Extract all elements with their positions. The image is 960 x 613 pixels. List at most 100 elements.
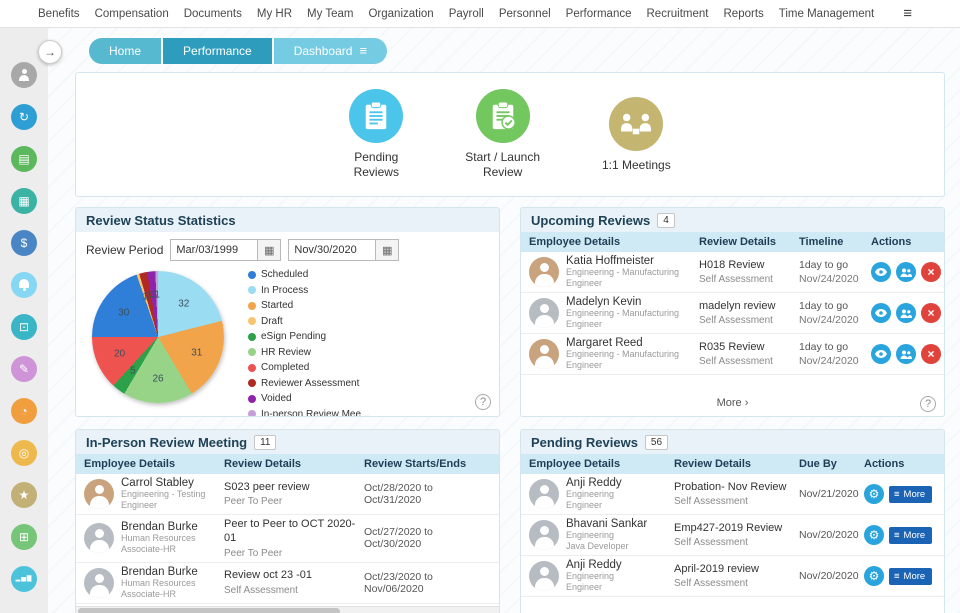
legend-dot [248,410,256,416]
cancel-button[interactable]: × [921,344,941,364]
reassign-button[interactable] [896,262,916,282]
employee-name: Bhavani Sankar [566,518,648,531]
employee-role: Engineer [566,360,603,370]
col-employee-details: Employee Details [529,236,621,248]
nav-organization[interactable]: Organization [368,8,433,20]
table-row[interactable]: Anji Reddy Engineering Engineer Probatio… [521,474,944,515]
checklist-icon [475,89,530,143]
nav-personnel[interactable]: Personnel [499,8,551,20]
legend-item: In-person Review Mee... [248,409,369,416]
due-by-cell: Nov/20/2020 [799,570,859,582]
pie-slice-label: 1 [154,289,160,301]
actions-cell: ⚙ ≡ More [864,484,936,504]
one-on-one-meetings-action[interactable]: 1:1 Meetings [602,96,671,173]
pie-slice-label: 5 [130,365,136,377]
table-row[interactable]: Katia Hoffmeister Engineering - Manufact… [521,252,944,293]
help-button[interactable]: ? [475,394,491,410]
more-link[interactable]: More › [717,397,749,409]
breadcrumb-home[interactable]: Home [89,38,162,64]
nav-recruitment[interactable]: Recruitment [647,8,709,20]
col-employee-details: Employee Details [84,458,176,470]
period-from-input[interactable] [170,239,259,261]
breadcrumb-performance[interactable]: Performance [163,38,272,64]
period-to-input[interactable] [288,239,377,261]
help-button[interactable]: ? [920,396,936,412]
employee-role: Engineer [566,319,603,329]
nav-benefits[interactable]: Benefits [38,8,80,20]
top-navigation: Benefits Compensation Documents My HR My… [0,0,960,28]
table-row[interactable]: Carrol Stabley Engineering - Testing Eng… [76,474,499,515]
settings-button[interactable]: ⚙ [864,484,884,504]
table-row[interactable]: Anji Reddy Engineering Engineer April-20… [521,556,944,597]
avatar [529,339,559,369]
reassign-button[interactable] [896,344,916,364]
employee-role: Engineer [121,500,158,510]
more-button[interactable]: ≡ More [889,567,933,585]
table-row[interactable]: Madelyn Kevin Engineering - Manufacturin… [521,293,944,334]
hamburger-menu-icon[interactable]: ≡ [903,5,960,22]
more-button[interactable]: ≡ More [889,526,933,544]
reports-icon[interactable]: ▂▅▇ [11,566,37,592]
settings-button[interactable]: ⚙ [864,566,884,586]
calendar-to-button[interactable]: ▦ [375,239,400,261]
tasks-icon[interactable]: ▤ [11,146,37,172]
view-button[interactable] [871,344,891,364]
legend-label: Completed [261,362,310,373]
nav-time-management[interactable]: Time Management [779,8,874,20]
avatar [529,298,559,328]
legend-label: Draft [261,315,283,327]
settings-button[interactable]: ⚙ [864,525,884,545]
review-type: Self Assessment [674,496,748,508]
sidebar-toggle-button[interactable]: → [38,40,62,64]
time-icon[interactable]: ◔ [11,398,37,424]
calendar-from-button[interactable]: ▦ [257,239,282,261]
table-row[interactable]: Brendan Burke Human Resources Associate-… [76,515,499,563]
actions-cell: × [871,303,941,323]
meeting-people-icon [609,96,664,151]
calculator-icon[interactable]: ⊞ [11,524,37,550]
view-button[interactable] [871,262,891,282]
goals-icon[interactable]: ◎ [11,440,37,466]
nav-my-team[interactable]: My Team [307,8,353,20]
cancel-button[interactable]: × [921,303,941,323]
employee-dept: Human Resources [121,577,196,588]
calendar-icon[interactable]: ▦ [11,188,37,214]
actions-cell: ⚙ ≡ More [864,525,936,545]
nav-documents[interactable]: Documents [184,8,242,20]
pending-reviews-action[interactable]: Pending Reviews [349,89,404,180]
pie-slice-label: 31 [191,347,203,359]
legend-item: HR Review [248,347,369,358]
card-title: Upcoming Reviews [531,212,651,228]
notes-icon[interactable]: ✎ [11,356,37,382]
nav-compensation[interactable]: Compensation [95,8,169,20]
notifications-icon[interactable] [11,272,37,298]
col-employee-details: Employee Details [529,458,621,470]
monitor-icon[interactable]: ⊡ [11,314,37,340]
employee-cell: Brendan Burke Human Resources Associate-… [84,566,224,600]
cancel-button[interactable]: × [921,262,941,282]
awards-icon[interactable]: ★ [11,482,37,508]
more-button[interactable]: ≡ More [889,485,933,503]
start-launch-review-action[interactable]: Start / Launch Review [465,89,540,180]
table-row[interactable]: Brendan Burke Human Resources Associate-… [76,563,499,604]
reassign-button[interactable] [896,303,916,323]
scrollbar-thumb[interactable] [78,607,341,613]
employee-cell: Bhavani Sankar Engineering Java Develope… [529,518,674,552]
employee-cell: Anji Reddy Engineering Engineer [529,477,674,511]
table-row[interactable]: Bhavani Sankar Engineering Java Develope… [521,515,944,556]
table-row[interactable]: Margaret Reed Engineering - Manufacturin… [521,334,944,375]
nav-payroll[interactable]: Payroll [449,8,484,20]
nav-reports[interactable]: Reports [724,8,764,20]
timeline-date: Nov/24/2020 [799,314,859,326]
nav-performance[interactable]: Performance [566,8,632,20]
pending-reviews-label-1: Pending [354,150,399,164]
payroll-icon[interactable]: $ [11,230,37,256]
dashboard-menu-icon[interactable]: ≡ [359,38,367,64]
breadcrumb-dashboard[interactable]: Dashboard ≡ [273,38,388,64]
employees-icon[interactable] [11,62,37,88]
menu-lines-icon: ≡ [894,488,900,500]
view-button[interactable] [871,303,891,323]
nav-my-hr[interactable]: My HR [257,8,292,20]
horizontal-scrollbar[interactable] [76,605,499,613]
sync-icon[interactable]: ↻ [11,104,37,130]
